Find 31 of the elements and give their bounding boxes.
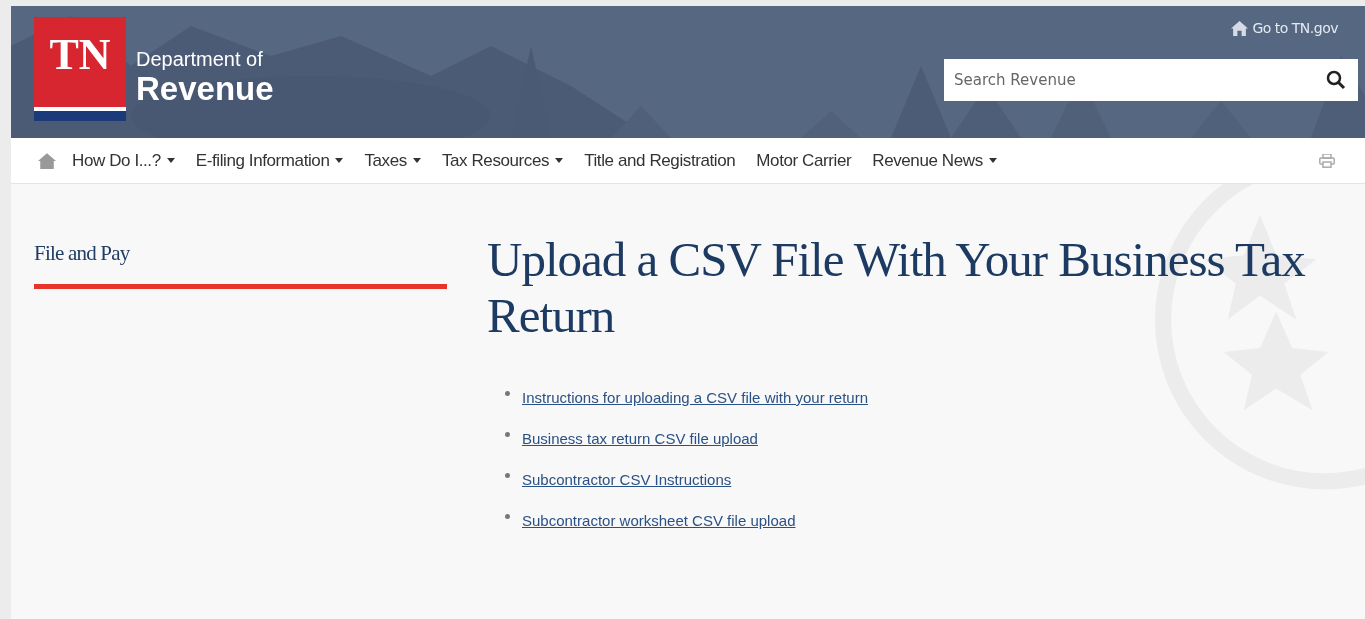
- resource-link[interactable]: Subcontractor worksheet CSV file upload: [522, 512, 796, 529]
- nav-item[interactable]: E-filing Information: [195, 150, 344, 171]
- department-title: Revenue: [136, 71, 274, 107]
- nav-item[interactable]: Motor Carrier: [756, 150, 852, 171]
- nav-item[interactable]: Tax Resources: [441, 150, 564, 171]
- bullet-icon: [505, 514, 510, 519]
- print-icon[interactable]: [1319, 153, 1335, 168]
- caret-icon: [166, 158, 175, 163]
- resource-link[interactable]: Subcontractor CSV Instructions: [522, 471, 732, 488]
- bullet-icon: [505, 391, 510, 396]
- nav-item[interactable]: Taxes: [364, 150, 421, 171]
- logo[interactable]: TN: [34, 17, 126, 121]
- page-title: Upload a CSV File With Your Business Tax Return: [487, 232, 1307, 344]
- nav-item[interactable]: Title and Registration: [584, 150, 736, 171]
- sidebar-heading-link[interactable]: File and Pay: [34, 241, 447, 289]
- caret-icon: [555, 158, 564, 163]
- bullet-icon: [505, 432, 510, 437]
- caret-icon: [988, 158, 997, 163]
- tn-gov-link[interactable]: Go to TN.gov: [1231, 18, 1338, 38]
- department-name: Department of: [136, 47, 264, 71]
- bullet-icon: [505, 473, 510, 478]
- home-icon: [1231, 20, 1249, 36]
- home-icon[interactable]: [38, 152, 56, 169]
- resource-link[interactable]: Instructions for uploading a CSV file with your return: [522, 389, 868, 406]
- search-field[interactable]: Search Revenue: [944, 59, 1358, 101]
- nav-item[interactable]: Revenue News: [872, 150, 997, 171]
- resource-link[interactable]: Business tax return CSV file upload: [522, 430, 758, 447]
- search-icon[interactable]: [1326, 70, 1346, 90]
- caret-icon: [412, 158, 421, 163]
- caret-icon: [335, 158, 344, 163]
- nav-item[interactable]: How Do I...?: [72, 150, 175, 171]
